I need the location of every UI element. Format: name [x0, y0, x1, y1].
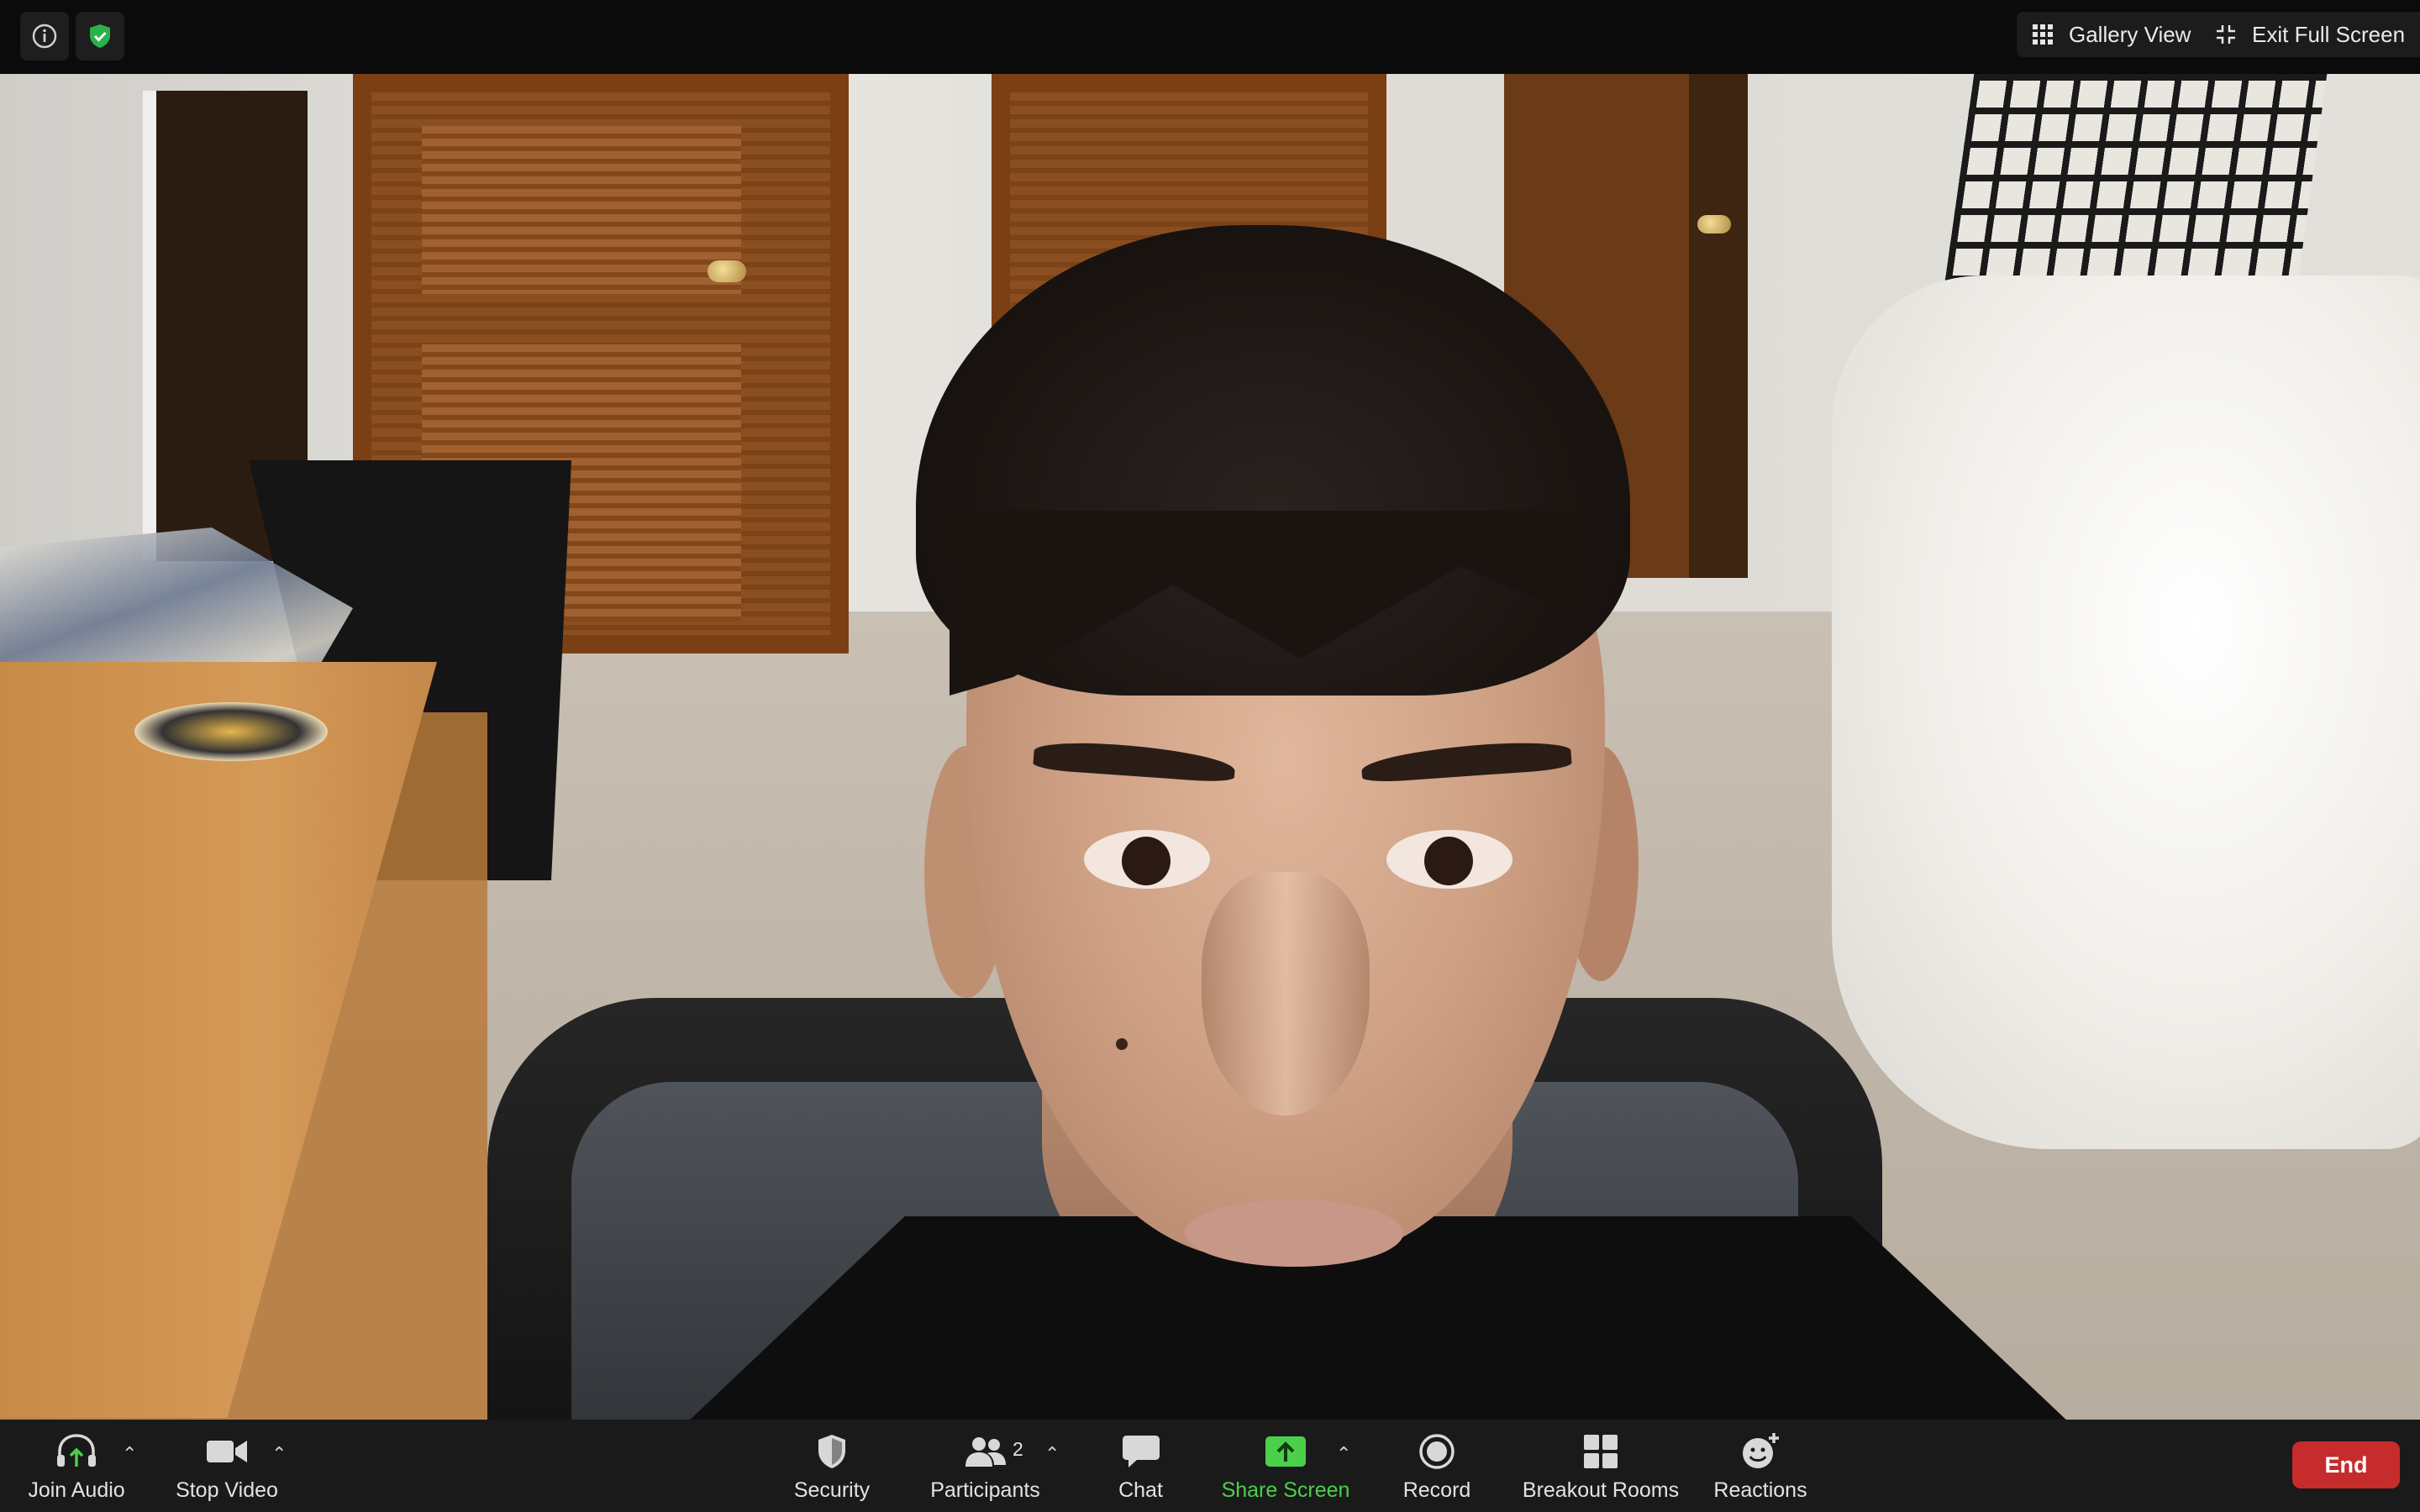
video-background-sofa: [1832, 276, 2420, 1149]
participants-label: Participants: [930, 1478, 1040, 1502]
gallery-view-label: Gallery View: [2069, 21, 2191, 47]
chat-label: Chat: [1118, 1478, 1163, 1502]
participants-options-caret-icon[interactable]: ⌃: [1044, 1443, 1060, 1465]
shield-check-icon: [90, 24, 110, 48]
record-label: Record: [1402, 1478, 1471, 1502]
info-circle-icon: [32, 24, 57, 49]
breakout-rooms-label: Breakout Rooms: [1522, 1478, 1680, 1502]
participants-button[interactable]: Participants: [924, 1420, 1046, 1512]
participants-count: 2: [1013, 1438, 1023, 1460]
chat-bubble-icon: [1122, 1435, 1160, 1467]
share-options-caret-icon[interactable]: ⌃: [1336, 1443, 1351, 1465]
participant-video-feed[interactable]: [0, 74, 2420, 1420]
breakout-rooms-icon: [1584, 1434, 1618, 1468]
share-screen-arrow-icon: [1265, 1436, 1306, 1467]
meeting-info-button[interactable]: [20, 12, 69, 60]
end-meeting-button[interactable]: End: [2292, 1441, 2400, 1488]
stop-video-label: Stop Video: [176, 1478, 278, 1502]
exit-full-screen-label: Exit Full Screen: [2252, 21, 2406, 47]
video-person-mouth: [1185, 1200, 1403, 1267]
video-person-mole: [1116, 1038, 1128, 1050]
security-button[interactable]: Security: [781, 1420, 882, 1512]
grid-icon: [2033, 24, 2053, 45]
security-label: Security: [793, 1478, 871, 1502]
meeting-controls-toolbar: Join Audio ⌃ Stop Video ⌃ Security Parti…: [0, 1420, 2420, 1512]
join-audio-label: Join Audio: [28, 1478, 125, 1502]
stop-video-button[interactable]: Stop Video: [168, 1420, 286, 1512]
participants-icon: [965, 1436, 1006, 1467]
video-background-sticker: [134, 702, 328, 761]
share-screen-button[interactable]: Share Screen: [1214, 1420, 1357, 1512]
video-person-eye: [1084, 830, 1210, 889]
video-person-nose: [1202, 872, 1370, 1116]
record-button[interactable]: Record: [1386, 1420, 1487, 1512]
video-camera-icon: [207, 1440, 247, 1462]
video-options-caret-icon[interactable]: ⌃: [271, 1443, 287, 1465]
audio-options-caret-icon[interactable]: ⌃: [122, 1443, 137, 1465]
reactions-label: Reactions: [1713, 1478, 1807, 1502]
headphones-arrow-icon: [57, 1433, 96, 1467]
reactions-button[interactable]: Reactions: [1706, 1420, 1815, 1512]
top-bar: Gallery View Exit Full Screen: [0, 0, 2420, 74]
join-audio-button[interactable]: Join Audio: [24, 1420, 129, 1512]
smiley-plus-icon: [1743, 1432, 1779, 1468]
record-icon: [1419, 1433, 1455, 1469]
share-screen-label: Share Screen: [1221, 1478, 1350, 1502]
video-person-eye-right: [1386, 830, 1512, 889]
breakout-rooms-button[interactable]: Breakout Rooms: [1517, 1420, 1685, 1512]
exit-fullscreen-icon: [2217, 25, 2235, 44]
encryption-status-button[interactable]: [76, 12, 124, 60]
shield-icon: [818, 1434, 845, 1468]
video-background-door-edge: [1689, 74, 1748, 578]
chat-button[interactable]: Chat: [1092, 1420, 1189, 1512]
exit-full-screen-button[interactable]: Exit Full Screen: [2200, 12, 2420, 57]
gallery-view-button[interactable]: Gallery View: [2017, 12, 2225, 57]
